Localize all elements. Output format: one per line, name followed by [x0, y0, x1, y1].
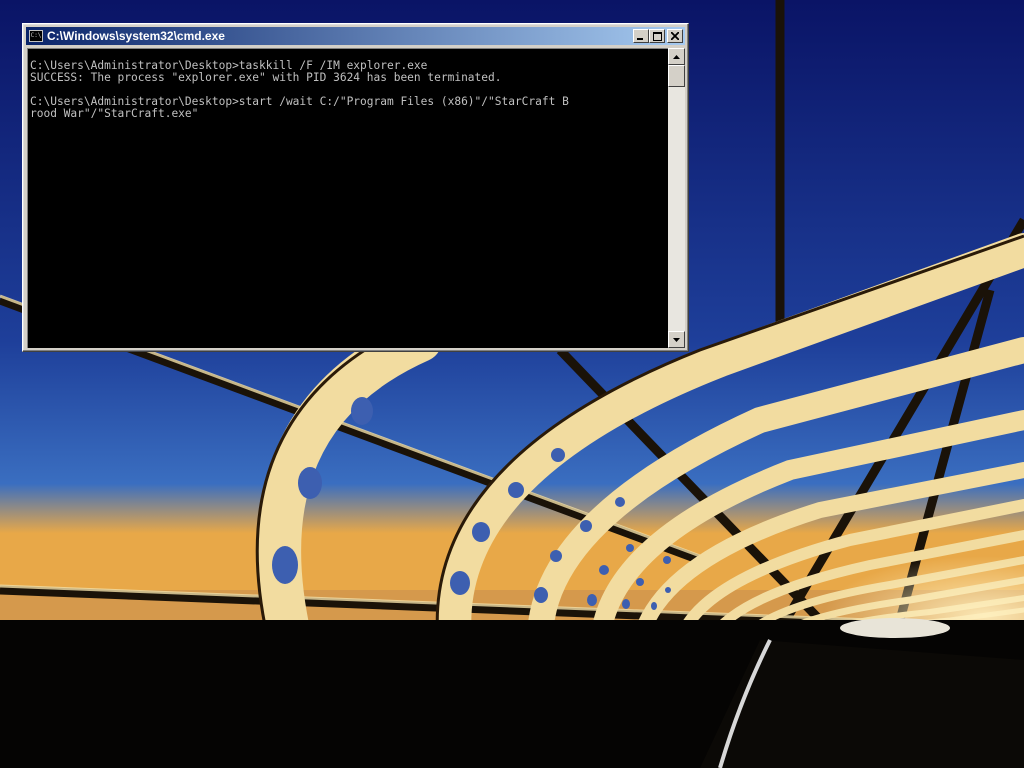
minimize-button[interactable]: [633, 29, 649, 43]
scroll-thumb[interactable]: [668, 65, 685, 87]
arrow-up-icon: [673, 54, 680, 59]
scroll-up-button[interactable]: [668, 48, 685, 65]
vertical-scrollbar[interactable]: [668, 48, 685, 348]
maximize-icon: [652, 31, 662, 41]
cmd-window[interactable]: C:\ C:\Windows\system32\cmd.exe C:\Users…: [22, 23, 689, 352]
maximize-button[interactable]: [649, 29, 665, 43]
scroll-down-button[interactable]: [668, 331, 685, 348]
cmd-icon[interactable]: C:\: [29, 30, 43, 42]
close-icon: [671, 32, 679, 40]
console-line: SUCCESS: The process "explorer.exe" with…: [30, 71, 502, 84]
title-bar[interactable]: C:\ C:\Windows\system32\cmd.exe: [26, 27, 685, 45]
minimize-icon: [637, 38, 643, 40]
close-button[interactable]: [667, 29, 683, 43]
arrow-down-icon: [673, 337, 680, 342]
console-output[interactable]: C:\Users\Administrator\Desktop>taskkill …: [27, 48, 668, 348]
window-title: C:\Windows\system32\cmd.exe: [47, 29, 225, 43]
console-line: rood War"/"StarCraft.exe": [30, 107, 199, 120]
